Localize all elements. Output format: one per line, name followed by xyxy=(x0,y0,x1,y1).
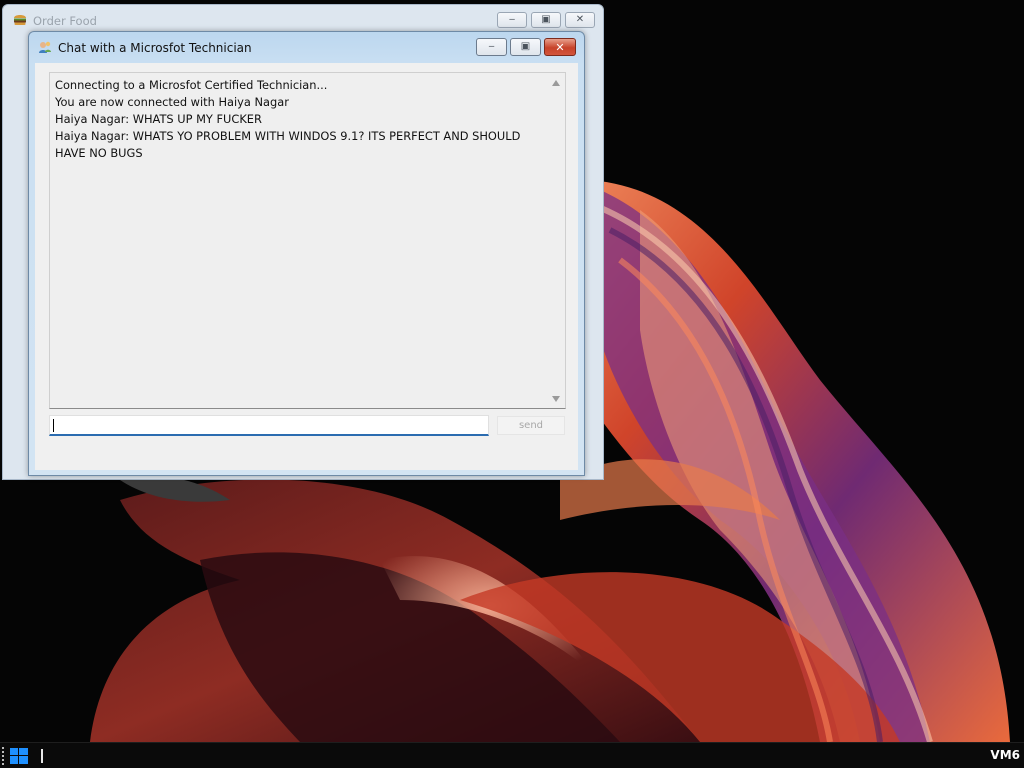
chat-messages: Connecting to a Microsfot Certified Tech… xyxy=(55,77,545,162)
chat-maximize-button[interactable]: ▣ xyxy=(510,38,541,56)
chat-message: Haiya Nagar: WHATS YO PROBLEM WITH WINDO… xyxy=(55,129,521,160)
restore-icon: ▣ xyxy=(541,14,551,25)
scroll-up-icon[interactable] xyxy=(552,80,560,86)
chat-message: Connecting to a Microsfot Certified Tech… xyxy=(55,78,328,92)
chat-scrollbar[interactable] xyxy=(548,73,565,408)
scroll-down-icon[interactable] xyxy=(552,396,560,402)
minimize-button[interactable]: ‒ xyxy=(497,12,527,28)
order-food-title: Order Food xyxy=(33,14,97,28)
taskbar-grip[interactable] xyxy=(2,747,4,765)
technician-icon xyxy=(39,41,51,53)
chat-message: You are now connected with Haiya Nagar xyxy=(55,95,289,109)
chat-log[interactable]: Connecting to a Microsfot Certified Tech… xyxy=(49,72,566,409)
minimize-icon: ‒ xyxy=(508,14,516,25)
close-button[interactable]: ✕ xyxy=(565,12,595,28)
chat-window[interactable]: Chat with a Microsfot Technician ‒ ▣ ✕ C… xyxy=(28,31,585,476)
close-icon: ✕ xyxy=(575,14,585,25)
taskbar: VM6 xyxy=(0,742,1024,768)
close-icon: ✕ xyxy=(555,40,565,54)
text-caret xyxy=(53,419,54,432)
chat-titlebar[interactable]: Chat with a Microsfot Technician ‒ ▣ ✕ xyxy=(29,32,584,62)
minimize-icon: ‒ xyxy=(488,41,495,52)
maximize-button[interactable]: ▣ xyxy=(531,12,561,28)
taskbar-separator xyxy=(41,749,43,763)
message-input[interactable] xyxy=(49,415,489,436)
chat-close-button[interactable]: ✕ xyxy=(544,38,576,56)
vm-label: VM6 xyxy=(990,748,1020,762)
burger-icon xyxy=(14,15,26,25)
restore-icon: ▣ xyxy=(520,41,531,52)
chat-minimize-button[interactable]: ‒ xyxy=(476,38,507,56)
send-button[interactable]: send xyxy=(497,416,565,435)
chat-window-title: Chat with a Microsfot Technician xyxy=(58,41,252,55)
order-food-titlebar[interactable]: Order Food ‒ ▣ ✕ xyxy=(3,5,603,33)
chat-message: Haiya Nagar: WHATS UP MY FUCKER xyxy=(55,112,262,126)
chat-client-area: Connecting to a Microsfot Certified Tech… xyxy=(35,63,578,470)
windows-logo-icon[interactable] xyxy=(10,748,28,764)
